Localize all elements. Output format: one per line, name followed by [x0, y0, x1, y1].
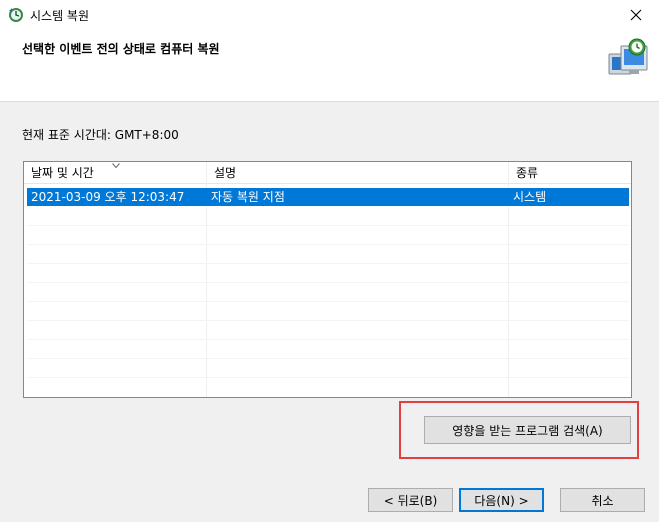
row-date: 2021-03-09 오후 12:03:47 — [31, 190, 185, 204]
row-divider — [27, 339, 629, 340]
back-button[interactable]: < 뒤로(B) — [368, 488, 453, 512]
chevron-down-icon — [112, 162, 120, 172]
row-divider — [27, 320, 629, 321]
window-title: 시스템 복원 — [30, 9, 90, 23]
close-button[interactable] — [613, 0, 659, 30]
row-divider — [27, 301, 629, 302]
page-title: 선택한 이벤트 전의 상태로 컴퓨터 복원 — [22, 42, 220, 56]
system-restore-icon — [7, 6, 25, 24]
row-type: 시스템 — [513, 190, 547, 204]
row-divider — [27, 225, 629, 226]
title-bar: 시스템 복원 — [0, 0, 659, 30]
scan-affected-programs-button[interactable]: 영향을 받는 프로그램 검색(A) — [424, 416, 631, 444]
next-button[interactable]: 다음(N) > — [459, 488, 544, 512]
column-header-type[interactable]: 종류 — [509, 162, 631, 184]
list-header: 날짜 및 시간 설명 종류 — [24, 162, 631, 184]
row-divider — [27, 358, 629, 359]
row-divider — [27, 282, 629, 283]
column-header-description[interactable]: 설명 — [207, 162, 509, 184]
close-icon — [630, 9, 642, 21]
table-row[interactable]: 2021-03-09 오후 12:03:47 자동 복원 지점 시스템 — [27, 188, 629, 206]
cancel-button[interactable]: 취소 — [560, 488, 645, 512]
restore-point-list[interactable]: 날짜 및 시간 설명 종류 2021-03-09 오후 12:03:47 자동 … — [23, 161, 632, 398]
system-restore-monitor-icon — [605, 36, 651, 82]
row-divider — [27, 377, 629, 378]
wizard-header: 선택한 이벤트 전의 상태로 컴퓨터 복원 — [0, 30, 659, 102]
row-divider — [27, 244, 629, 245]
row-description: 자동 복원 지점 — [211, 190, 285, 204]
row-divider — [27, 263, 629, 264]
timezone-label: 현재 표준 시간대: GMT+8:00 — [22, 128, 179, 142]
